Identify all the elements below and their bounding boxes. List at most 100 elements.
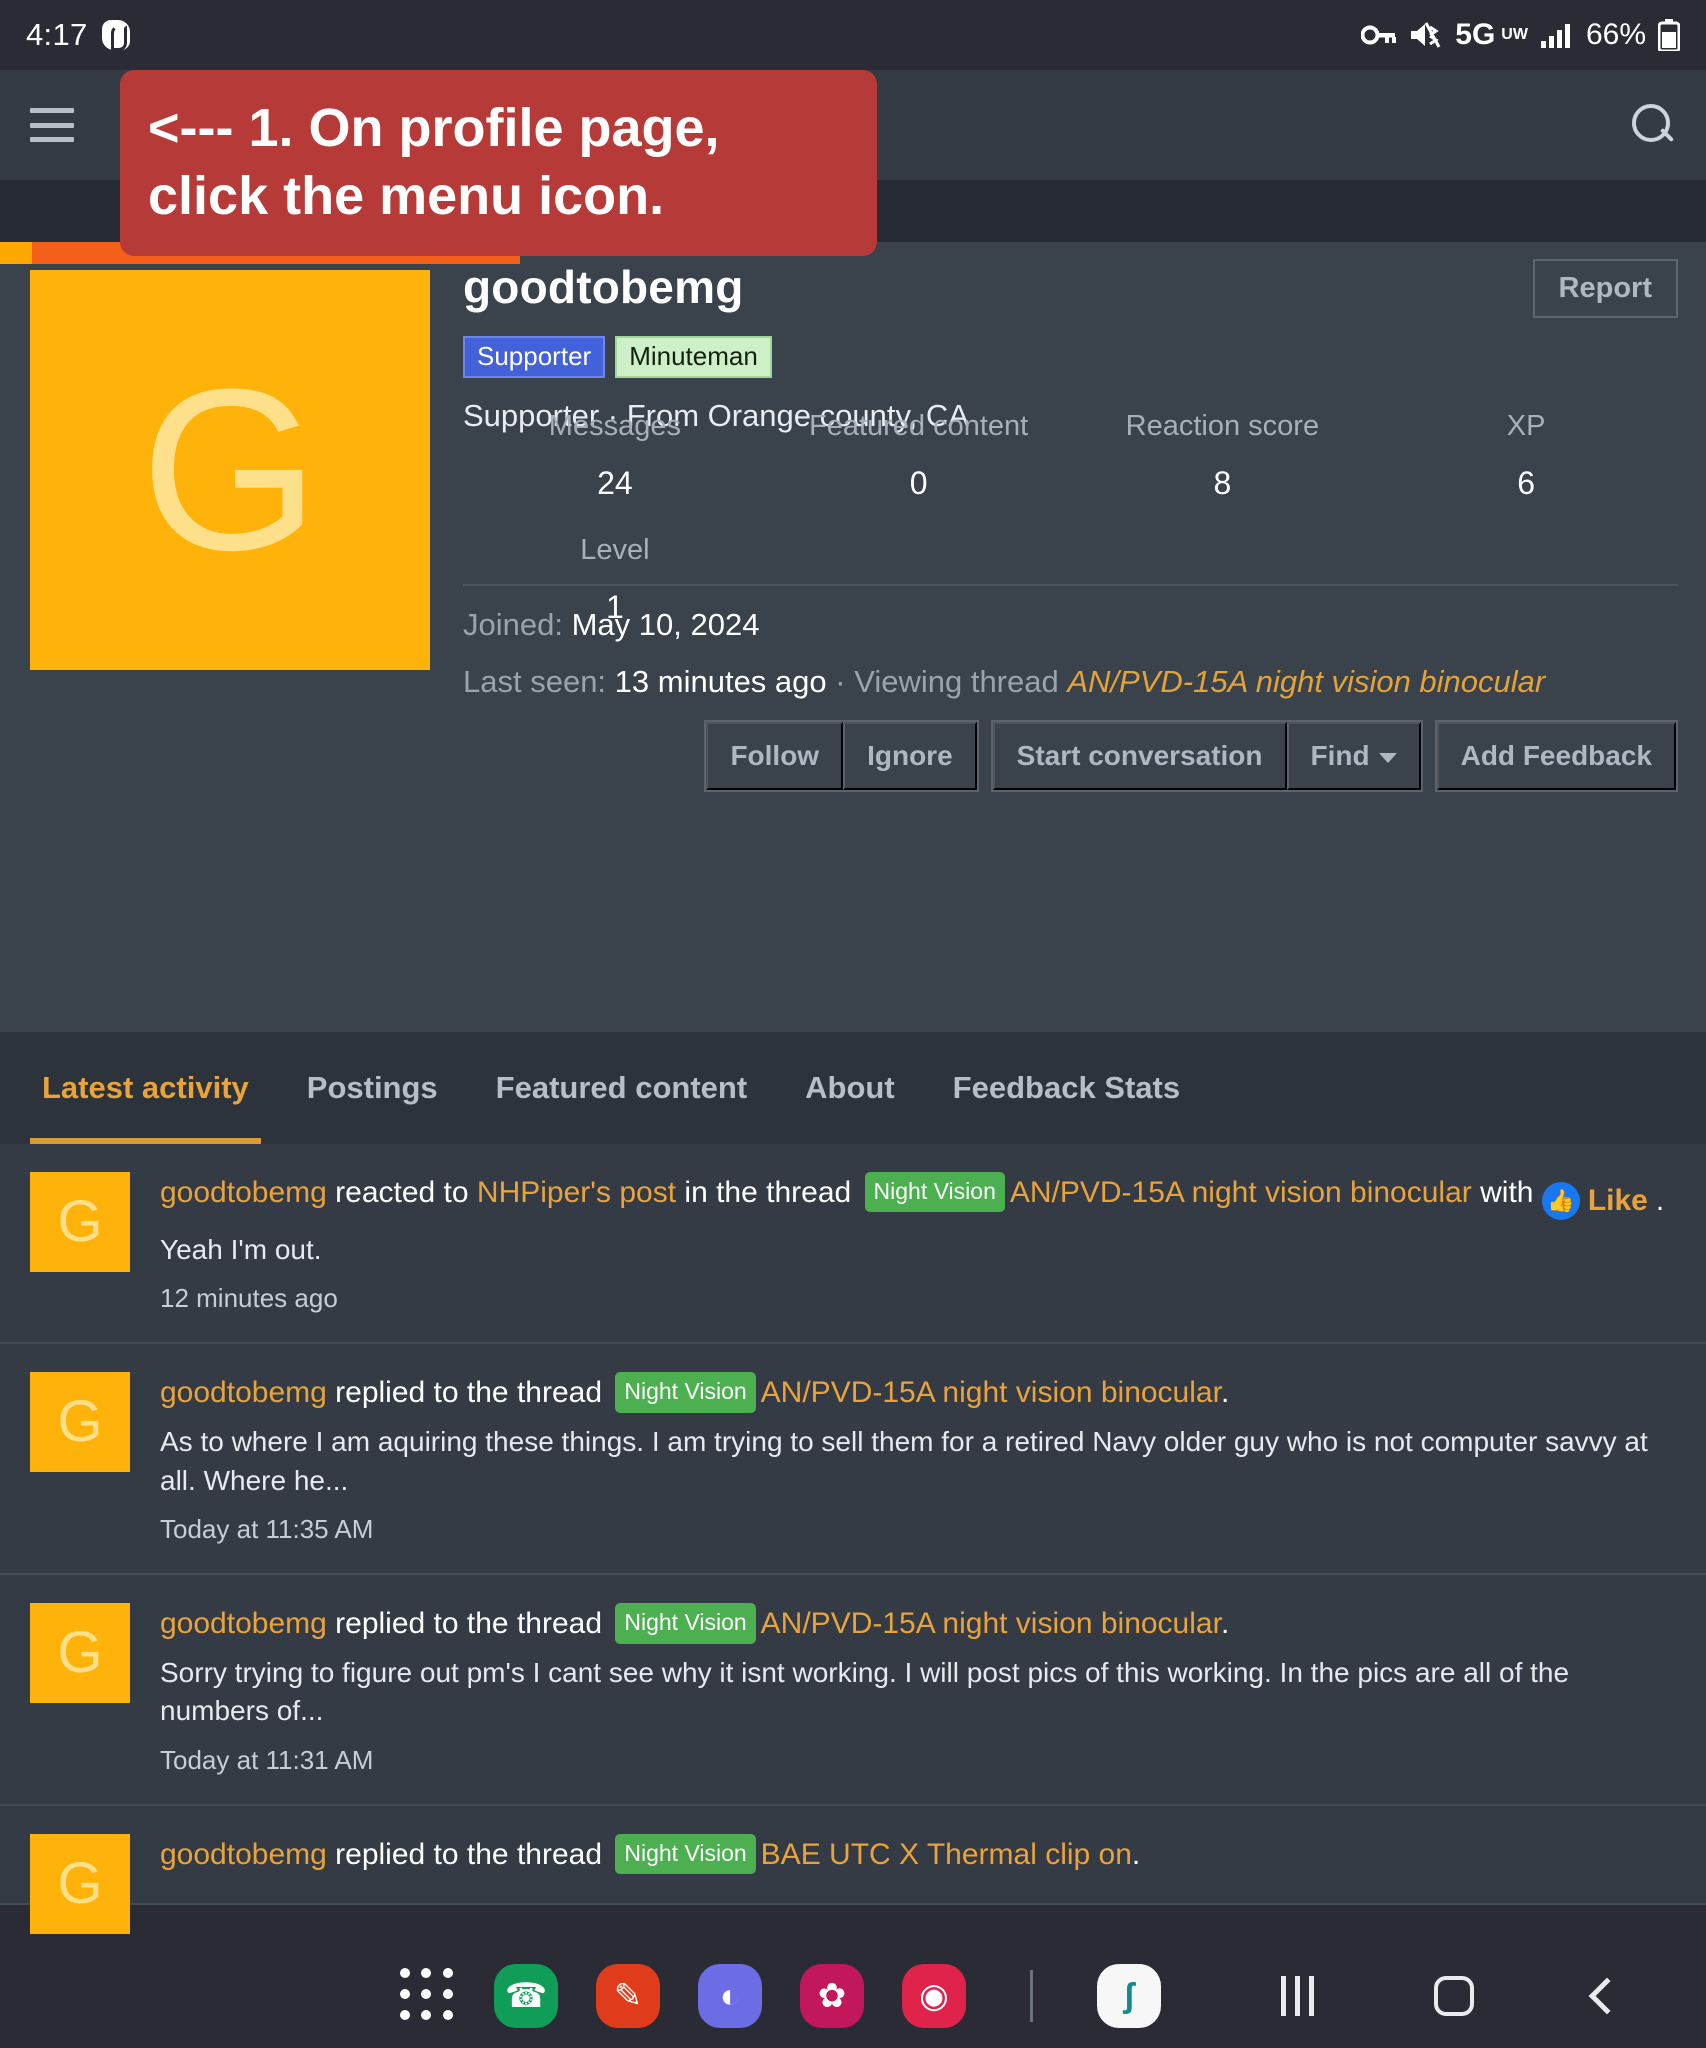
stat-label-level: Level [580,534,650,566]
home-button[interactable] [1434,1975,1474,2016]
avatar[interactable]: G [30,1834,130,1935]
back-button[interactable] [1588,1977,1626,2014]
thumbs-up-icon: 👍 [1541,1182,1580,1220]
annotation-line-1: <--- 1. On profile page, [148,98,720,158]
conversation-find-group: Start conversation Find [990,720,1423,792]
dock-divider [1030,1969,1033,2022]
hamburger-menu-icon[interactable] [30,108,74,142]
network-subtype: UW [1501,26,1528,44]
stat-label-reaction: Reaction score [1125,410,1320,442]
activity-snippet: As to where I am aquiring these things. … [160,1426,1648,1496]
badge-supporter: Supporter [463,336,606,378]
avatar[interactable]: G [30,1603,130,1704]
activity-headline: goodtobemg replied to the thread Night V… [160,1603,1676,1644]
profile-tabs: Latest activity Postings Featured conten… [0,1032,1706,1144]
badge-minuteman: Minuteman [615,336,772,378]
activity-action: replied to the thread [335,1607,603,1641]
phone-screen: 4:17 5G UW 66% G Report goodtobemg Suppo… [0,0,1706,2048]
stat-label-messages: Messages [548,410,681,442]
activity-snippet: Yeah I'm out. [160,1233,322,1265]
avatar[interactable]: G [30,1372,130,1473]
list-item[interactable]: G goodtobemg replied to the thread Night… [0,1575,1706,1807]
activity-target-user-link[interactable]: NHPiper's post [477,1176,676,1209]
activity-user-link[interactable]: goodtobemg [160,1376,327,1409]
add-feedback-button[interactable]: Add Feedback [1436,722,1676,790]
thread-link[interactable]: AN/PVD-15A night vision binocular [1010,1176,1472,1209]
lastseen-value: 13 minutes ago [614,664,827,699]
activity-headline: goodtobemg replied to the thread Night V… [160,1834,1676,1875]
activity-user-link[interactable]: goodtobemg [160,1607,327,1640]
avatar[interactable]: G [30,270,430,670]
activity-timestamp: Today at 11:35 AM [160,1514,374,1545]
tab-about[interactable]: About [805,1032,895,1144]
recents-button[interactable] [1281,1975,1314,2016]
list-item[interactable]: G goodtobemg replied to the thread Night… [0,1806,1706,1935]
joined-value: May 10, 2024 [571,607,760,642]
activity-feed: G goodtobemg reacted to NHPiper's post i… [0,1144,1706,1935]
activity-tail: with [1480,1176,1534,1209]
system-dock: ☎ ✎ ◐ ✿ ◉ ʃ [0,1943,1706,2048]
messages-icon[interactable]: ✎ [596,1963,660,2028]
clock: 4:17 [26,17,88,52]
camera-icon[interactable]: ◉ [902,1963,966,2028]
lastseen-thread-link[interactable]: AN/PVD-15A night vision binocular [1067,664,1545,699]
tab-featured-content[interactable]: Featured content [496,1032,747,1144]
thread-prefix-badge[interactable]: Night Vision [864,1172,1005,1213]
lastseen-row: Last seen: 13 minutes ago · Viewing thre… [463,664,1545,700]
avatar[interactable]: G [30,1172,130,1272]
lastseen-label: Last seen: [463,664,607,699]
stat-value-featured: 0 [909,465,928,501]
system-nav-keys [1281,1975,1626,2016]
follow-ignore-group: Follow Ignore [704,720,979,792]
activity-timestamp: 12 minutes ago [160,1283,338,1314]
app-drawer-icon[interactable] [400,1967,456,2024]
reaction-label: Like [1587,1184,1648,1218]
surfshark-vpn-icon[interactable]: ʃ [1097,1963,1161,2028]
thread-link[interactable]: BAE UTC X Thermal clip on [761,1838,1132,1871]
dock-app-row: ☎ ✎ ◐ ✿ ◉ ʃ [400,1963,1161,2028]
thread-prefix-badge[interactable]: Night Vision [615,1834,756,1875]
profile-divider [463,584,1678,586]
activity-headline: goodtobemg reacted to NHPiper's post in … [160,1172,1676,1221]
user-badges: Supporter Minuteman [463,336,1676,378]
battery-percent: 66% [1585,18,1646,51]
activity-headline: goodtobemg replied to the thread Night V… [160,1372,1676,1413]
chevron-down-icon [1378,752,1397,763]
profile-action-bar: Follow Ignore Start conversation Find Ad… [692,720,1678,792]
internet-browser-icon[interactable]: ◐ [698,1963,762,2028]
list-item[interactable]: G goodtobemg reacted to NHPiper's post i… [0,1144,1706,1345]
tab-latest-activity[interactable]: Latest activity [30,1032,261,1144]
ignore-button[interactable]: Ignore [843,722,977,790]
list-item[interactable]: G goodtobemg replied to the thread Night… [0,1344,1706,1576]
activity-user-link[interactable]: goodtobemg [160,1838,327,1871]
annotation-line-2: click the menu icon. [148,166,665,227]
gallery-icon[interactable]: ✿ [800,1963,864,2028]
status-bar-left: 4:17 [26,17,130,53]
stat-value-reaction: 8 [1213,465,1232,501]
status-bar: 4:17 5G UW 66% [0,0,1706,70]
surfshark-status-icon [101,20,130,51]
tab-feedback-stats[interactable]: Feedback Stats [953,1032,1180,1144]
thread-link[interactable]: AN/PVD-15A night vision binocular [761,1607,1221,1640]
find-button[interactable]: Find [1286,722,1421,790]
status-bar-right: 5G UW 66% [1361,18,1680,52]
profile-info: goodtobemg Supporter Minuteman Supporter… [463,260,1676,434]
profile-card: G Report goodtobemg Supporter Minuteman … [0,242,1706,1032]
stat-label-featured: Featured content [808,410,1029,442]
thread-link[interactable]: AN/PVD-15A night vision binocular [761,1376,1221,1409]
phone-icon[interactable]: ☎ [494,1963,558,2028]
start-conversation-button[interactable]: Start conversation [992,722,1287,790]
tab-postings[interactable]: Postings [307,1032,438,1144]
thread-prefix-badge[interactable]: Night Vision [615,1372,756,1413]
stat-value-messages: 24 [597,465,633,501]
joined-label: Joined: [463,607,563,642]
stat-label-xp: XP [1506,410,1546,442]
search-icon[interactable] [1630,102,1676,148]
follow-button[interactable]: Follow [706,722,844,790]
instruction-annotation: <--- 1. On profile page, click the menu … [120,70,877,257]
activity-snippet: Sorry trying to figure out pm's I cant s… [160,1656,1570,1727]
lastseen-mid: · Viewing thread [835,664,1059,699]
activity-user-link[interactable]: goodtobemg [160,1176,327,1209]
thread-prefix-badge[interactable]: Night Vision [615,1603,756,1644]
stat-value-xp: 6 [1517,465,1536,501]
